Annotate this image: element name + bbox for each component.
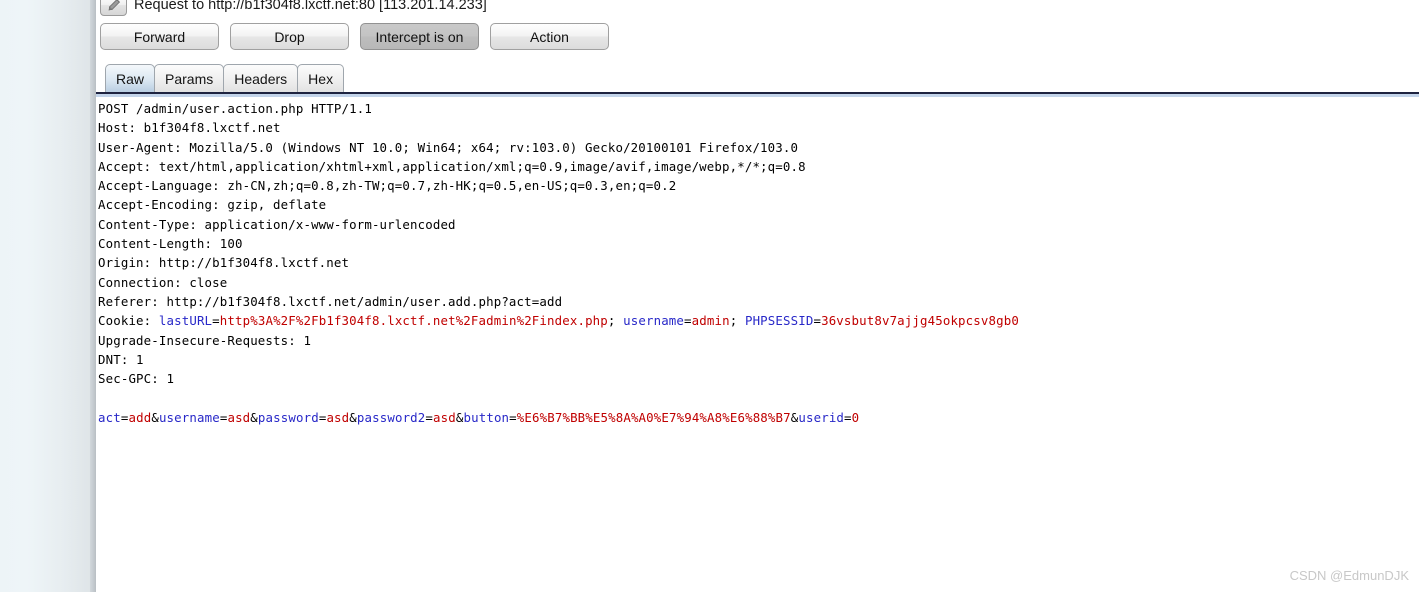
body-param-equals: =: [844, 409, 852, 425]
cookie-pairs: lastURL=http%3A%2F%2Fb1f304f8.lxctf.net%…: [159, 313, 1019, 328]
body-param-separator: &: [250, 409, 258, 425]
header-line: Host: b1f304f8.lxctf.net: [98, 120, 281, 136]
window-title-bar: Request to http://b1f304f8.lxctf.net:80 …: [96, 0, 1419, 18]
header-line: Accept-Language: zh-CN,zh;q=0.8,zh-TW;q=…: [98, 178, 677, 194]
tab-params[interactable]: Params: [154, 64, 225, 92]
body-param-name: username: [158, 409, 220, 425]
forward-button[interactable]: Forward: [100, 23, 219, 50]
cookie-param-equals: =: [813, 313, 822, 329]
tab-hex[interactable]: Hex: [297, 64, 345, 92]
body-param-name: button: [463, 409, 510, 425]
request-panel: Request to http://b1f304f8.lxctf.net:80 …: [96, 0, 1419, 592]
message-editor-tabs: Raw Params Headers Hex: [105, 64, 345, 92]
window-title: Request to http://b1f304f8.lxctf.net:80 …: [134, 0, 487, 13]
header-line: Content-Length: 100: [98, 236, 243, 252]
body-param-value: asd: [433, 409, 456, 425]
request-body-line: act=add&username=asd&password=asd&passwo…: [98, 408, 1419, 427]
pencil-icon[interactable]: [100, 0, 127, 16]
cookie-param-name: lastURL: [158, 313, 213, 329]
tab-headers[interactable]: Headers: [223, 64, 299, 92]
cookie-param-name: PHPSESSID: [744, 313, 814, 329]
cookie-param-separator: ;: [607, 313, 624, 329]
header-line: Connection: close: [98, 274, 228, 290]
body-param-name: act: [98, 409, 121, 425]
request-headers: Host: b1f304f8.lxctf.net User-Agent: Mozi…: [98, 118, 1419, 311]
body-param-value: 0: [851, 409, 860, 425]
body-param-value: add: [128, 409, 152, 425]
header-line: Sec-GPC: 1: [98, 371, 175, 387]
cookie-param-value: http%3A%2F%2Fb1f304f8.lxctf.net%2Fadmin%…: [219, 313, 608, 329]
cookie-param-value: 36vsbut8v7ajjg45okpcsv8gb0: [821, 313, 1019, 329]
body-param-separator: &: [151, 409, 159, 425]
watermark: CSDN @EdmunDJK: [1289, 568, 1409, 583]
header-line: Content-Type: application/x-www-form-url…: [98, 216, 456, 232]
body-param-separator: &: [349, 409, 357, 425]
tab-divider-light: [96, 94, 1419, 97]
body-param-value: asd: [326, 409, 350, 425]
cookie-param-name: username: [623, 313, 685, 329]
body-param-name: password2: [356, 409, 426, 425]
cookie-param-separator: ;: [729, 313, 745, 329]
cookie-param-equals: =: [212, 313, 220, 329]
request-headers-trailing: Upgrade-Insecure-Requests: 1 DNT: 1 Sec-GP…: [98, 331, 1419, 389]
burp-intercept-window: Request to http://b1f304f8.lxctf.net:80 …: [0, 0, 1419, 592]
body-param-value: asd: [227, 409, 251, 425]
body-param-name: password: [257, 409, 319, 425]
body-param-value: %E6%B7%BB%E5%8A%A0%E7%94%A8%E6%88%B7: [516, 409, 791, 425]
header-line: Accept: text/html,application/xhtml+xml,…: [98, 158, 806, 174]
body-param-equals: =: [425, 409, 434, 425]
request-line: POST /admin/user.action.php HTTP/1.1: [98, 101, 372, 116]
header-line: Origin: http://b1f304f8.lxctf.net: [98, 255, 350, 271]
header-line: Upgrade-Insecure-Requests: 1: [98, 332, 312, 348]
intercept-toolbar: Forward Drop Intercept is on Action: [100, 23, 609, 50]
left-gutter: [0, 0, 90, 592]
body-param-separator: &: [455, 409, 464, 425]
body-param-name: userid: [798, 409, 845, 425]
drop-button[interactable]: Drop: [230, 23, 349, 50]
body-param-equals: =: [509, 409, 517, 425]
cookie-header-line: Cookie: lastURL=http%3A%2F%2Fb1f304f8.lx…: [98, 311, 1419, 330]
cookie-param-equals: =: [684, 313, 692, 329]
header-line: Referer: http://b1f304f8.lxctf.net/admin…: [98, 293, 563, 309]
action-button[interactable]: Action: [490, 23, 609, 50]
cookie-param-value: admin: [691, 313, 730, 329]
intercept-toggle-button[interactable]: Intercept is on: [360, 23, 479, 50]
header-line: Accept-Encoding: gzip, deflate: [98, 197, 327, 213]
header-line: User-Agent: Mozilla/5.0 (Windows NT 10.0…: [98, 139, 799, 155]
body-params: act=add&username=asd&password=asd&passwo…: [98, 410, 859, 425]
header-line: DNT: 1: [98, 351, 144, 367]
tab-raw[interactable]: Raw: [105, 64, 156, 92]
cookie-label: Cookie:: [98, 313, 159, 329]
raw-request-editor[interactable]: POST /admin/user.action.php HTTP/1.1 Hos…: [96, 98, 1419, 592]
